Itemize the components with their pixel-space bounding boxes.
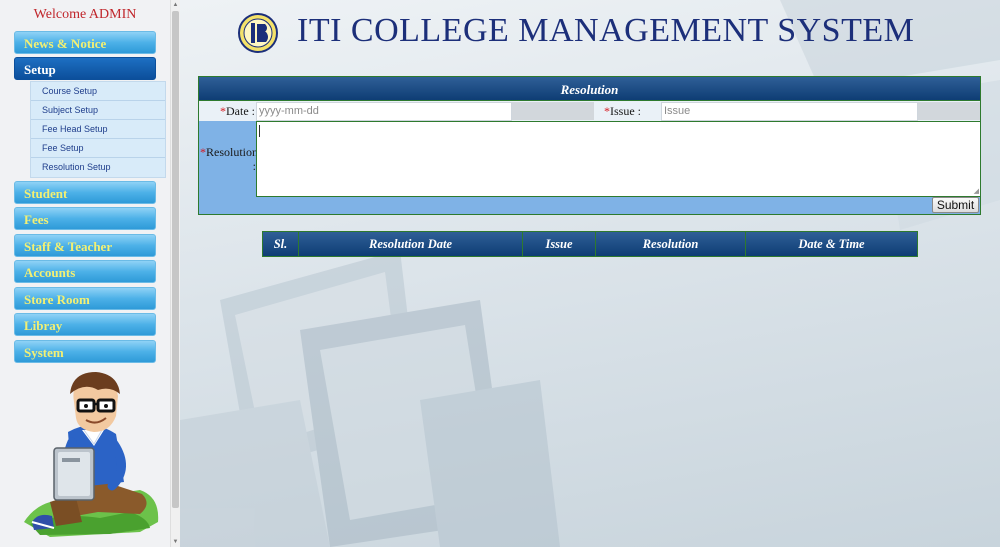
resolution-textarea[interactable]: ◢	[256, 121, 981, 197]
resolution-label: *Resolution :	[200, 145, 259, 173]
submenu-fee-head-setup[interactable]: Fee Head Setup	[31, 120, 165, 139]
scroll-up-arrow-icon[interactable]: ▲	[171, 0, 180, 10]
nav-student[interactable]: Student	[14, 181, 156, 204]
nav-libray[interactable]: Libray	[14, 313, 156, 336]
form-action-row: Submit	[198, 197, 981, 215]
sidebar: Welcome ADMIN News & Notice Setup Course…	[0, 0, 170, 547]
date-input[interactable]: yyyy-mm-dd	[256, 102, 512, 121]
resolution-table-header: Sl. Resolution Date Issue Resolution Dat…	[262, 231, 918, 257]
welcome-text: Welcome ADMIN	[33, 7, 137, 22]
date-label: *Date :	[220, 104, 255, 118]
resolution-label-cell: *Resolution :	[198, 121, 259, 197]
nav-news-notice[interactable]: News & Notice	[14, 31, 156, 54]
sidebar-scrollbar[interactable]: ▲ ▼	[170, 0, 180, 547]
submenu-course-setup[interactable]: Course Setup	[31, 82, 165, 101]
form-title: Resolution	[198, 76, 981, 101]
col-sl: Sl.	[263, 232, 299, 256]
setup-submenu: Course Setup Subject Setup Fee Head Setu…	[30, 81, 166, 178]
issue-input[interactable]: Issue	[661, 102, 918, 121]
college-logo-icon	[238, 13, 278, 53]
scroll-down-arrow-icon[interactable]: ▼	[171, 537, 180, 547]
resolution-form: Resolution *Date : yyyy-mm-dd *Issue : I…	[198, 76, 981, 215]
nav-store-room[interactable]: Store Room	[14, 287, 156, 310]
date-cell-filler	[512, 102, 594, 120]
submenu-subject-setup[interactable]: Subject Setup	[31, 101, 165, 120]
nav-fees[interactable]: Fees	[14, 207, 156, 230]
app-title: ITI COLLEGE MANAGEMENT SYSTEM	[297, 12, 915, 49]
col-date-time: Date & Time	[798, 237, 865, 251]
nav-system[interactable]: System	[14, 340, 156, 363]
col-issue: Issue	[523, 232, 596, 256]
nav-accounts[interactable]: Accounts	[14, 260, 156, 283]
main-content: ITI COLLEGE MANAGEMENT SYSTEM Resolution…	[180, 0, 1000, 547]
student-with-laptop-illustration	[24, 372, 159, 537]
text-cursor	[259, 125, 260, 137]
scroll-thumb[interactable]	[172, 11, 179, 508]
issue-cell-filler	[918, 102, 980, 120]
col-resolution: Resolution	[596, 232, 746, 256]
col-resolution-date: Resolution Date	[299, 232, 523, 256]
nav-setup[interactable]: Setup	[14, 57, 156, 80]
submenu-fee-setup[interactable]: Fee Setup	[31, 139, 165, 158]
issue-label: *Issue :	[604, 104, 641, 118]
submit-button[interactable]: Submit	[932, 197, 979, 213]
nav-staff-teacher[interactable]: Staff & Teacher	[14, 234, 156, 257]
resize-grip-icon[interactable]: ◢	[974, 188, 979, 195]
submenu-resolution-setup[interactable]: Resolution Setup	[31, 158, 165, 177]
